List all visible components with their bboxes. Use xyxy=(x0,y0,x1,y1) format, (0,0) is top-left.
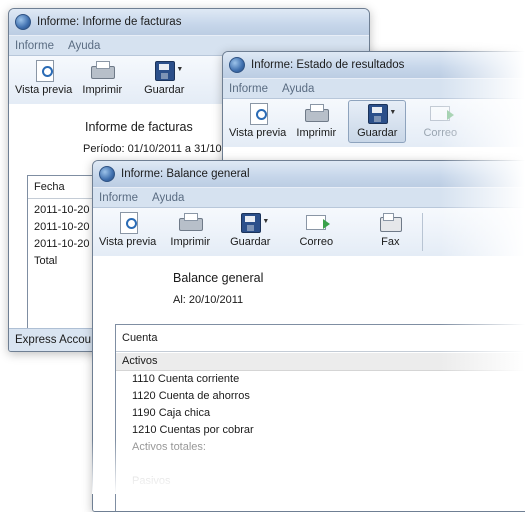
printer-icon xyxy=(305,103,330,125)
print-label: Imprimir xyxy=(296,127,337,139)
save-disk-icon: ▼ xyxy=(153,60,183,82)
preview-icon xyxy=(33,60,55,82)
row-spacer xyxy=(116,456,525,473)
print-label: Imprimir xyxy=(170,236,211,248)
save-button[interactable]: ▼ Guardar xyxy=(348,100,407,143)
mail-button[interactable]: Correo xyxy=(290,212,342,248)
mail-label: Correo xyxy=(299,236,334,248)
save-disk-icon: ▼ xyxy=(366,103,396,125)
printer-icon xyxy=(179,212,204,234)
titlebar[interactable]: Informe: Informe de facturas xyxy=(9,9,369,35)
column-header-cuenta[interactable]: Cuenta xyxy=(116,325,525,352)
app-globe-icon xyxy=(229,57,245,73)
app-globe-icon xyxy=(99,166,115,182)
menu-informe[interactable]: Informe xyxy=(99,192,138,204)
section-pasivos[interactable]: Pasivos xyxy=(116,473,525,490)
preview-button[interactable]: Vista previa xyxy=(95,212,160,248)
save-button[interactable]: ▼ Guardar xyxy=(138,60,190,96)
menu-ayuda[interactable]: Ayuda xyxy=(152,192,184,204)
preview-button[interactable]: Vista previa xyxy=(225,103,290,139)
mail-icon xyxy=(305,212,331,234)
save-label: Guardar xyxy=(230,236,271,248)
fax-icon xyxy=(379,212,403,234)
table-row[interactable]: 1190 Caja chica xyxy=(116,405,525,422)
table-row[interactable]: 1110 Cuenta corriente xyxy=(116,371,525,388)
table-row[interactable]: 1210 Cuentas por cobrar xyxy=(116,422,525,439)
app-globe-icon xyxy=(15,14,31,30)
report-title: Informe de facturas xyxy=(85,120,193,134)
print-button[interactable]: Imprimir xyxy=(164,212,216,248)
fax-button[interactable]: Fax xyxy=(364,212,416,248)
toolbar-separator xyxy=(422,213,424,251)
preview-icon xyxy=(247,103,269,125)
section-activos[interactable]: Activos xyxy=(116,353,525,371)
fax-label: Fax xyxy=(381,236,400,248)
window-title: Informe: Informe de facturas xyxy=(37,16,182,28)
print-button[interactable]: Imprimir xyxy=(290,103,342,139)
save-disk-icon: ▼ xyxy=(239,212,269,234)
menu-informe[interactable]: Informe xyxy=(229,83,268,95)
table-row-total[interactable]: Activos totales: xyxy=(116,439,525,456)
preview-icon xyxy=(117,212,139,234)
menu-ayuda[interactable]: Ayuda xyxy=(68,40,100,52)
print-label: Imprimir xyxy=(82,84,123,96)
mail-label: Correo xyxy=(423,127,458,139)
print-button[interactable]: Imprimir xyxy=(76,60,128,96)
toolbar: Vista previa Imprimir ▼ Guardar Correo xyxy=(223,98,525,148)
save-label: Guardar xyxy=(357,127,398,139)
mail-icon xyxy=(429,103,455,125)
preview-label: Vista previa xyxy=(15,84,73,96)
titlebar[interactable]: Informe: Estado de resultados xyxy=(223,52,525,78)
save-button[interactable]: ▼ Guardar xyxy=(224,212,276,248)
menu-ayuda[interactable]: Ayuda xyxy=(282,83,314,95)
preview-label: Vista previa xyxy=(99,236,157,248)
preview-button[interactable]: Vista previa xyxy=(11,60,76,96)
report-title: Balance general xyxy=(173,271,264,285)
report-date: Al: 20/10/2011 xyxy=(173,294,244,306)
preview-label: Vista previa xyxy=(229,127,287,139)
menu-informe[interactable]: Informe xyxy=(15,40,54,52)
window-title: Informe: Balance general xyxy=(121,168,250,180)
toolbar: Vista previa Imprimir ▼ Guardar Correo F… xyxy=(93,207,525,257)
titlebar[interactable]: Informe: Balance general xyxy=(93,161,525,187)
printer-icon xyxy=(91,60,116,82)
menubar: Informe Ayuda xyxy=(93,187,525,207)
report-period: Período: 01/10/2011 a 31/10 xyxy=(83,143,222,155)
mail-button[interactable]: Correo xyxy=(414,103,466,139)
report-area: Balance general Al: 20/10/2011 Cuenta Ac… xyxy=(93,256,525,511)
balance-grid[interactable]: Cuenta Activos 1110 Cuenta corriente 112… xyxy=(115,324,525,511)
menubar: Informe Ayuda xyxy=(223,78,525,98)
window-title: Informe: Estado de resultados xyxy=(251,59,405,71)
window-balance-general[interactable]: Informe: Balance general Informe Ayuda V… xyxy=(92,160,525,512)
save-label: Guardar xyxy=(144,84,185,96)
table-row[interactable]: 1120 Cuenta de ahorros xyxy=(116,388,525,405)
